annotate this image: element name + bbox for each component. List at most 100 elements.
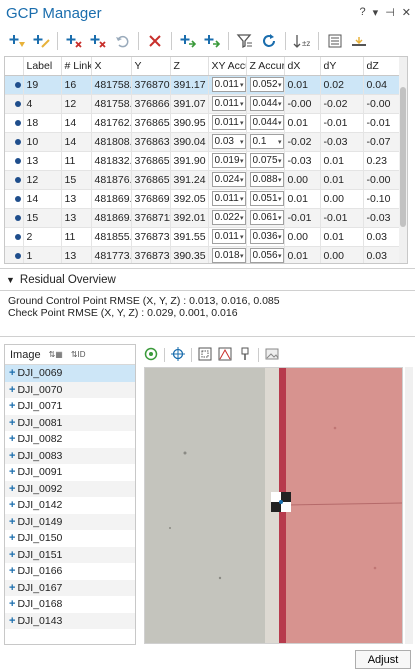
- chevron-down-icon[interactable]: ▾: [278, 252, 283, 260]
- xy-accuracy-select[interactable]: 0.011 ▾: [211, 191, 245, 206]
- chevron-down-icon[interactable]: ▾: [278, 81, 283, 89]
- z-accuracy-select[interactable]: 0.044 ▾: [249, 115, 283, 130]
- list-item[interactable]: + DJI_0091: [5, 464, 135, 481]
- chevron-down-icon[interactable]: ▾: [278, 195, 283, 203]
- column-header-label[interactable]: Label: [23, 57, 62, 76]
- add-gcp-icon[interactable]: [6, 31, 28, 51]
- z-accuracy-select[interactable]: 0.052 ▾: [249, 77, 283, 92]
- table-row[interactable]: 1215481876.03768656.391.240.024▾0.088▾0.…: [5, 170, 404, 190]
- settings-icon[interactable]: [324, 31, 346, 51]
- export-gcp-icon[interactable]: [201, 31, 223, 51]
- list-item[interactable]: + DJI_0168: [5, 596, 135, 613]
- xy-accuracy-select[interactable]: 0.018 ▾: [211, 248, 245, 263]
- undo-icon[interactable]: [111, 31, 133, 51]
- list-item[interactable]: + DJI_0069: [5, 365, 135, 382]
- xy-accuracy-select[interactable]: 0.011 ▾: [211, 229, 245, 244]
- add-checkpoint-icon[interactable]: [30, 31, 52, 51]
- chevron-down-icon[interactable]: ▾: [278, 214, 283, 222]
- chevron-down-icon[interactable]: ▼: [6, 275, 15, 285]
- crosshair-icon[interactable]: [171, 346, 185, 364]
- list-item[interactable]: + DJI_0092: [5, 480, 135, 497]
- measure-icon[interactable]: [348, 31, 370, 51]
- chevron-down-icon[interactable]: ▾: [240, 176, 245, 184]
- column-header-links[interactable]: # Link: [61, 57, 92, 76]
- list-item[interactable]: + DJI_0082: [5, 431, 135, 448]
- table-row[interactable]: 1014481808.43768636.390.040.03▾0.1▾-0.02…: [5, 132, 404, 152]
- table-row[interactable]: 1513481869.13768711.392.010.022▾0.061▾-0…: [5, 208, 404, 228]
- help-icon[interactable]: ?: [360, 6, 366, 19]
- chevron-down-icon[interactable]: ▾: [278, 138, 283, 146]
- z-accuracy-select[interactable]: 0.1 ▾: [249, 134, 283, 149]
- table-scrollbar[interactable]: [399, 57, 407, 263]
- sort-id-icon[interactable]: ⇅ID: [71, 350, 86, 359]
- sort-icon[interactable]: ±z: [291, 31, 313, 51]
- viewer-scrollbar[interactable]: [405, 367, 413, 644]
- image-icon[interactable]: [265, 347, 279, 364]
- pin-pane-icon[interactable]: ⊣: [385, 6, 395, 19]
- table-row[interactable]: 113481773.63768736.390.350.018▾0.056▾0.0…: [5, 246, 404, 263]
- chevron-down-icon[interactable]: ▾: [240, 119, 245, 127]
- list-item[interactable]: + DJI_0071: [5, 398, 135, 415]
- xy-accuracy-select[interactable]: 0.011 ▾: [211, 115, 245, 130]
- chevron-down-icon[interactable]: ▾: [278, 119, 283, 127]
- chevron-down-icon[interactable]: ▾: [240, 81, 245, 89]
- list-item[interactable]: + DJI_0150: [5, 530, 135, 547]
- z-accuracy-select[interactable]: 0.036 ▾: [249, 229, 283, 244]
- xy-accuracy-select[interactable]: 0.019 ▾: [211, 153, 245, 168]
- z-accuracy-select[interactable]: 0.051 ▾: [249, 191, 283, 206]
- pin-icon[interactable]: [238, 347, 252, 364]
- delete-icon[interactable]: [144, 31, 166, 51]
- list-item[interactable]: + DJI_0167: [5, 579, 135, 596]
- chevron-down-icon[interactable]: ▾: [240, 195, 245, 203]
- chevron-down-icon[interactable]: ▾: [240, 233, 245, 241]
- chevron-down-icon[interactable]: ▾: [240, 252, 245, 260]
- table-row[interactable]: 1916481758.83768701.391.170.011▾0.052▾0.…: [5, 75, 404, 95]
- table-scrollbar-thumb[interactable]: [400, 87, 406, 227]
- list-item[interactable]: + DJI_0070: [5, 381, 135, 398]
- delete-gcp-icon[interactable]: [63, 31, 85, 51]
- chevron-down-icon[interactable]: ▾: [240, 214, 245, 222]
- xy-accuracy-select[interactable]: 0.03 ▾: [211, 134, 245, 149]
- list-item[interactable]: + DJI_0149: [5, 513, 135, 530]
- chevron-down-icon[interactable]: ▾: [240, 138, 245, 146]
- table-row[interactable]: 1311481832.43768652.391.900.019▾0.075▾-0…: [5, 151, 404, 171]
- list-item[interactable]: + DJI_0142: [5, 497, 135, 514]
- table-row[interactable]: 1413481869.13768697.392.050.011▾0.051▾0.…: [5, 189, 404, 209]
- delete-links-icon[interactable]: [87, 31, 109, 51]
- z-accuracy-select[interactable]: 0.075 ▾: [249, 153, 283, 168]
- z-accuracy-select[interactable]: 0.061 ▾: [249, 210, 283, 225]
- sort-name-icon[interactable]: ⇅▦: [49, 350, 63, 359]
- image-viewer[interactable]: [144, 367, 403, 644]
- chevron-down-icon[interactable]: ▾: [240, 100, 245, 108]
- refresh-icon[interactable]: [258, 31, 280, 51]
- column-header-dz[interactable]: dZ: [363, 57, 404, 76]
- table-row[interactable]: 211481855.03768735.391.550.011▾0.036▾0.0…: [5, 227, 404, 247]
- list-item[interactable]: + DJI_0166: [5, 563, 135, 580]
- residual-overview-header[interactable]: ▼ Residual Overview: [0, 271, 415, 289]
- column-header-y[interactable]: Y: [131, 57, 171, 76]
- column-header-dy[interactable]: dY: [320, 57, 364, 76]
- adjust-button[interactable]: Adjust: [355, 650, 411, 669]
- contrast-icon[interactable]: [218, 347, 232, 364]
- import-gcp-icon[interactable]: [177, 31, 199, 51]
- table-row[interactable]: 1814481762.73768654.390.950.011▾0.044▾0.…: [5, 113, 404, 133]
- column-header-z-accuracy[interactable]: Z Accura: [246, 57, 285, 76]
- column-header-dx[interactable]: dX: [284, 57, 321, 76]
- xy-accuracy-select[interactable]: 0.011 ▾: [211, 77, 245, 92]
- table-row[interactable]: 412481758.83768668.391.070.011▾0.044▾-0.…: [5, 94, 404, 114]
- filter-icon[interactable]: [234, 31, 256, 51]
- xy-accuracy-select[interactable]: 0.011 ▾: [211, 96, 245, 111]
- target-icon[interactable]: [144, 347, 158, 364]
- list-item[interactable]: + DJI_0081: [5, 414, 135, 431]
- xy-accuracy-select[interactable]: 0.022 ▾: [211, 210, 245, 225]
- xy-accuracy-select[interactable]: 0.024 ▾: [211, 172, 245, 187]
- list-item[interactable]: + DJI_0143: [5, 612, 135, 629]
- chevron-down-icon[interactable]: ▾: [278, 100, 283, 108]
- z-accuracy-select[interactable]: 0.044 ▾: [249, 96, 283, 111]
- column-header-x[interactable]: X: [91, 57, 132, 76]
- chevron-down-icon[interactable]: ▾: [278, 157, 283, 165]
- list-item[interactable]: + DJI_0083: [5, 447, 135, 464]
- z-accuracy-select[interactable]: 0.056 ▾: [249, 248, 283, 263]
- chevron-down-icon[interactable]: ▾: [278, 176, 283, 184]
- close-icon[interactable]: ✕: [402, 6, 411, 19]
